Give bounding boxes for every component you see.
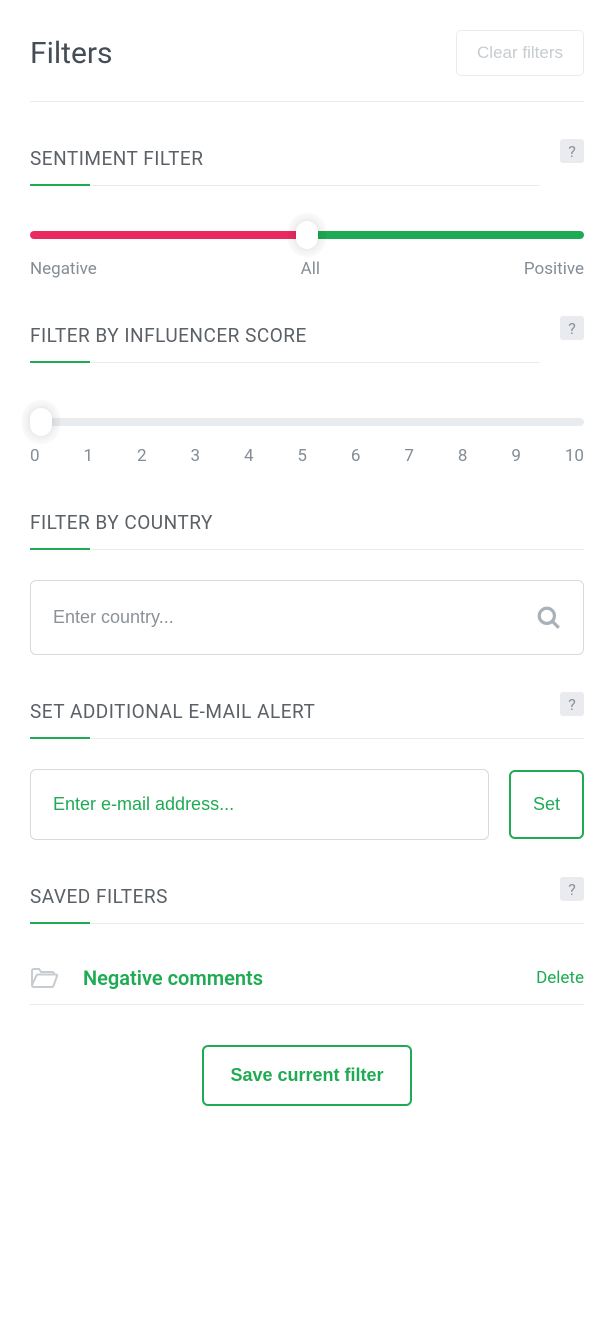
tick-1: 1 xyxy=(83,446,93,466)
search-icon[interactable] xyxy=(536,605,562,631)
saved-filters-section: SAVED FILTERS ? Negative comments Delete xyxy=(30,885,584,1005)
tick-2: 2 xyxy=(137,446,147,466)
tick-4: 4 xyxy=(244,446,254,466)
clear-filters-button[interactable]: Clear filters xyxy=(456,30,584,76)
influencer-tick-labels: 0 1 2 3 4 5 6 7 8 9 10 xyxy=(30,446,584,466)
saved-filter-name[interactable]: Negative comments xyxy=(83,966,263,990)
sentiment-slider-thumb[interactable] xyxy=(296,221,318,249)
tick-5: 5 xyxy=(297,446,307,466)
sentiment-labels: Negative All Positive xyxy=(30,259,584,279)
country-input[interactable] xyxy=(30,580,584,655)
page-title: Filters xyxy=(30,36,113,71)
influencer-slider-thumb[interactable] xyxy=(30,408,52,436)
tick-8: 8 xyxy=(458,446,468,466)
help-icon[interactable]: ? xyxy=(560,692,584,716)
influencer-slider[interactable] xyxy=(30,418,584,426)
saved-filters-title: SAVED FILTERS xyxy=(30,885,168,908)
email-alert-section: SET ADDITIONAL E-MAIL ALERT ? Set xyxy=(30,700,584,840)
email-input[interactable] xyxy=(30,769,489,840)
set-button[interactable]: Set xyxy=(509,770,584,839)
sentiment-label-all: All xyxy=(301,259,320,279)
country-section: FILTER BY COUNTRY xyxy=(30,511,584,655)
sentiment-slider[interactable] xyxy=(30,231,584,239)
folder-open-icon xyxy=(30,967,58,989)
saved-filter-row: Negative comments Delete xyxy=(30,952,584,1005)
sentiment-section: SENTIMENT FILTER ? Negative All Positive xyxy=(30,147,584,279)
country-title: FILTER BY COUNTRY xyxy=(30,511,213,534)
tick-0: 0 xyxy=(30,446,40,466)
influencer-title: FILTER BY INFLUENCER SCORE xyxy=(30,324,307,347)
sentiment-label-positive: Positive xyxy=(524,259,584,279)
filters-header: Filters Clear filters xyxy=(30,30,584,102)
help-icon[interactable]: ? xyxy=(560,877,584,901)
sentiment-label-negative: Negative xyxy=(30,259,97,279)
delete-button[interactable]: Delete xyxy=(536,968,584,988)
tick-3: 3 xyxy=(190,446,200,466)
tick-6: 6 xyxy=(351,446,361,466)
tick-7: 7 xyxy=(404,446,414,466)
save-current-filter-button[interactable]: Save current filter xyxy=(202,1045,411,1106)
influencer-section: FILTER BY INFLUENCER SCORE ? 0 1 2 3 4 5… xyxy=(30,324,584,466)
help-icon[interactable]: ? xyxy=(560,316,584,340)
sentiment-title: SENTIMENT FILTER xyxy=(30,147,203,170)
email-alert-title: SET ADDITIONAL E-MAIL ALERT xyxy=(30,700,315,723)
tick-10: 10 xyxy=(565,446,584,466)
help-icon[interactable]: ? xyxy=(560,139,584,163)
tick-9: 9 xyxy=(511,446,521,466)
